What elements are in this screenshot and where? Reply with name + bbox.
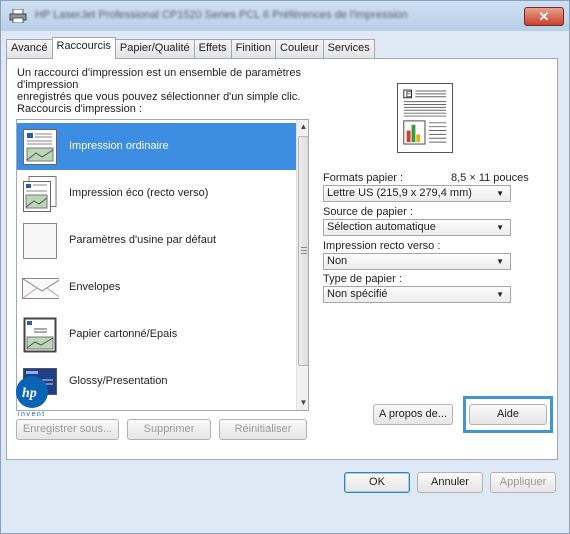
scroll-thumb[interactable] xyxy=(298,136,308,366)
duplex-document-icon xyxy=(23,176,57,212)
scroll-up-icon[interactable]: ▲ xyxy=(297,120,308,134)
chevron-down-icon: ▼ xyxy=(496,290,504,299)
paper-size-select[interactable]: Lettre US (215,9 x 279,4 mm) ▼ xyxy=(323,185,511,202)
tab-paper-quality[interactable]: Papier/Qualité xyxy=(114,39,195,58)
scroll-down-icon[interactable]: ▼ xyxy=(297,396,308,410)
paper-type-value: Non spécifié xyxy=(327,288,388,300)
list-item-label: Impression éco (recto verso) xyxy=(69,187,209,199)
duplex-label: Impression recto verso : xyxy=(323,240,441,252)
description-line: Un raccourci d'impression est un ensembl… xyxy=(17,67,301,91)
list-item-label: Glossy/Presentation xyxy=(69,375,168,387)
about-button[interactable]: A propos de... xyxy=(373,404,453,425)
tab-strip: Avancé Raccourcis Papier/Qualité Effets … xyxy=(6,37,375,59)
description-text: Un raccourci d'impression est un ensembl… xyxy=(17,67,357,103)
tab-shortcuts[interactable]: Raccourcis xyxy=(51,37,116,59)
tab-services[interactable]: Services xyxy=(322,39,375,58)
printer-preferences-window: HP LaserJet Professional CP1520 Series P… xyxy=(0,0,570,534)
close-button[interactable]: ✕ xyxy=(524,7,564,26)
tab-effects[interactable]: Effets xyxy=(193,39,232,58)
highlight-box xyxy=(463,396,553,433)
list-item-glossy-presentation[interactable]: Glossy/Presentation xyxy=(17,358,296,405)
chevron-down-icon: ▼ xyxy=(496,189,504,198)
svg-text:hp: hp xyxy=(22,386,37,401)
paper-source-label: Source de papier : xyxy=(323,206,413,218)
cardstock-icon xyxy=(23,317,57,353)
tab-advanced[interactable]: Avancé xyxy=(6,39,53,58)
logo-tagline: invent xyxy=(18,411,46,418)
delete-button[interactable]: Supprimer xyxy=(127,419,211,440)
chevron-down-icon: ▼ xyxy=(496,257,504,266)
paper-size-label: Formats papier : xyxy=(323,172,404,184)
list-item-cardstock[interactable]: Papier cartonné/Epais xyxy=(17,311,296,358)
save-as-button[interactable]: Enregistrer sous... xyxy=(16,419,119,440)
page-preview-icon: E xyxy=(397,83,453,153)
list-item-envelopes[interactable]: Envelopes xyxy=(17,264,296,311)
printer-icon xyxy=(9,9,27,23)
list-item-factory-defaults[interactable]: Paramètres d'usine par défaut xyxy=(17,217,296,264)
document-icon xyxy=(23,129,57,165)
list-item-eco-duplex[interactable]: Impression éco (recto verso) xyxy=(17,170,296,217)
list-item-label: Papier cartonné/Epais xyxy=(69,328,178,340)
svg-text:E: E xyxy=(406,89,412,99)
list-item-label: Paramètres d'usine par défaut xyxy=(69,234,217,246)
list-item-standard-printing[interactable]: Impression ordinaire xyxy=(17,123,296,170)
dialog-button-bar: OK Annuler Appliquer xyxy=(1,461,569,531)
close-icon: ✕ xyxy=(538,9,550,24)
apply-button[interactable]: Appliquer xyxy=(490,472,556,493)
chevron-down-icon: ▼ xyxy=(496,223,504,232)
ok-button[interactable]: OK xyxy=(344,472,410,493)
duplex-select[interactable]: Non ▼ xyxy=(323,253,511,270)
reset-button[interactable]: Réinitialiser xyxy=(219,419,307,440)
paper-source-value: Sélection automatique xyxy=(327,221,436,233)
tab-finishing[interactable]: Finition xyxy=(230,39,277,58)
paper-type-select[interactable]: Non spécifié ▼ xyxy=(323,286,511,303)
duplex-value: Non xyxy=(327,255,348,267)
paper-type-label: Type de papier : xyxy=(323,273,402,285)
paper-size-dimensions: 8,5 × 11 pouces xyxy=(451,172,529,184)
blank-page-icon xyxy=(23,223,57,259)
paper-size-value: Lettre US (215,9 x 279,4 mm) xyxy=(327,187,472,199)
shortcuts-heading: Raccourcis d'impression : xyxy=(17,103,142,115)
tab-color[interactable]: Couleur xyxy=(275,39,324,58)
list-item-label: Impression ordinaire xyxy=(69,140,169,152)
shortcuts-scrollbar[interactable]: ▲ ▼ xyxy=(296,120,308,410)
description-line: enregistrés que vous pouvez sélectionner… xyxy=(17,91,301,103)
envelope-icon xyxy=(22,278,59,299)
window-title: HP LaserJet Professional CP1520 Series P… xyxy=(35,9,408,21)
title-bar: HP LaserJet Professional CP1520 Series P… xyxy=(1,1,569,31)
cancel-button[interactable]: Annuler xyxy=(417,472,483,493)
list-item-label: Envelopes xyxy=(69,281,121,293)
paper-source-select[interactable]: Sélection automatique ▼ xyxy=(323,219,511,236)
shortcuts-list[interactable]: Impression ordinaire Impression éco (rec… xyxy=(16,119,309,411)
hp-logo: hp xyxy=(16,376,48,408)
